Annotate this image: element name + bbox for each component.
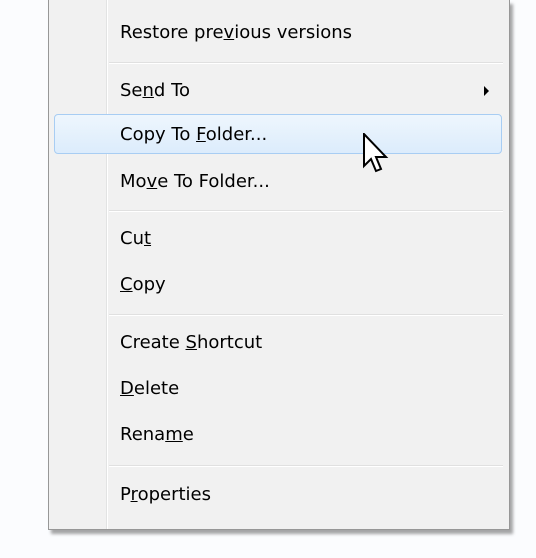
accelerator-key: m [165,424,183,445]
menu-item-label: Copy [120,274,166,295]
accelerator-key: S [185,332,197,353]
menu-item-label: Rename [120,424,194,445]
menu-item-restore-previous-versions[interactable]: Restore previous versions [54,12,502,52]
menu-item-copy-to-folder[interactable]: Copy To Folder... [54,114,502,154]
menu-item-properties[interactable]: Properties [54,474,502,514]
menu-item-label: Copy To Folder... [120,124,268,145]
menu-separator [109,62,503,64]
accelerator-key: F [196,124,206,145]
menu-item-label: Create Shortcut [120,332,263,353]
context-menu: Restore previous versions Send To Copy T… [48,0,510,530]
menu-item-create-shortcut[interactable]: Create Shortcut [54,322,502,362]
accelerator-key: t [143,228,152,249]
menu-separator [109,314,503,316]
accelerator-key: C [120,274,133,295]
accelerator-key: v [146,171,158,192]
menu-item-move-to-folder[interactable]: Move To Folder... [54,161,502,201]
menu-item-send-to[interactable]: Send To [54,70,502,110]
menu-item-cut[interactable]: Cut [54,218,502,258]
accelerator-key: D [120,378,134,399]
arrow-cursor-icon [363,133,389,173]
menu-item-label: Send To [120,80,191,101]
menu-separator [109,210,503,212]
menu-item-label: Cut [120,228,152,249]
menu-item-rename[interactable]: Rename [54,414,502,454]
menu-item-copy[interactable]: Copy [54,264,502,304]
menu-item-label: Properties [120,484,211,505]
menu-item-label: Restore previous versions [120,22,353,43]
submenu-arrow-icon [484,86,489,96]
menu-item-label: Delete [120,378,180,399]
accelerator-key: v [223,22,235,43]
menu-item-label: Move To Folder... [120,171,270,192]
accelerator-key: r [130,484,138,505]
menu-item-delete[interactable]: Delete [54,368,502,408]
menu-separator [109,465,503,467]
accelerator-key: n [142,80,154,101]
